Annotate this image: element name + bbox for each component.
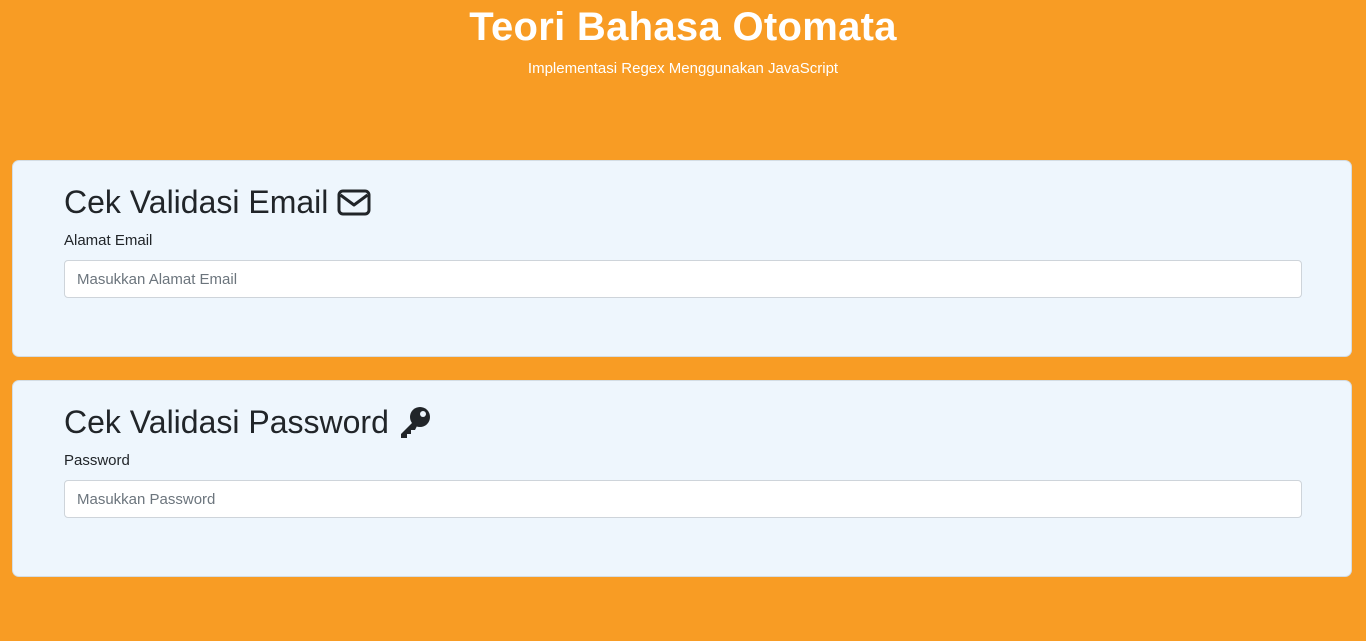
key-icon — [398, 405, 432, 439]
page-subtitle: Implementasi Regex Menggunakan JavaScrip… — [527, 60, 839, 77]
email-validation-card: Cek Validasi Email Alamat Email — [12, 160, 1352, 357]
password-input[interactable] — [64, 480, 1302, 518]
password-validation-card: Cek Validasi Password Password — [12, 380, 1352, 577]
page-title: Teori Bahasa Otomata — [469, 5, 897, 49]
envelope-icon — [337, 189, 371, 216]
password-field-label: Password — [64, 452, 130, 469]
email-input[interactable] — [64, 260, 1302, 298]
email-field-label: Alamat Email — [64, 232, 153, 249]
email-card-title: Cek Validasi Email — [64, 184, 329, 220]
email-card-heading: Cek Validasi Email — [64, 181, 371, 223]
password-card-title: Cek Validasi Password — [64, 404, 389, 440]
password-card-heading: Cek Validasi Password — [64, 401, 432, 443]
